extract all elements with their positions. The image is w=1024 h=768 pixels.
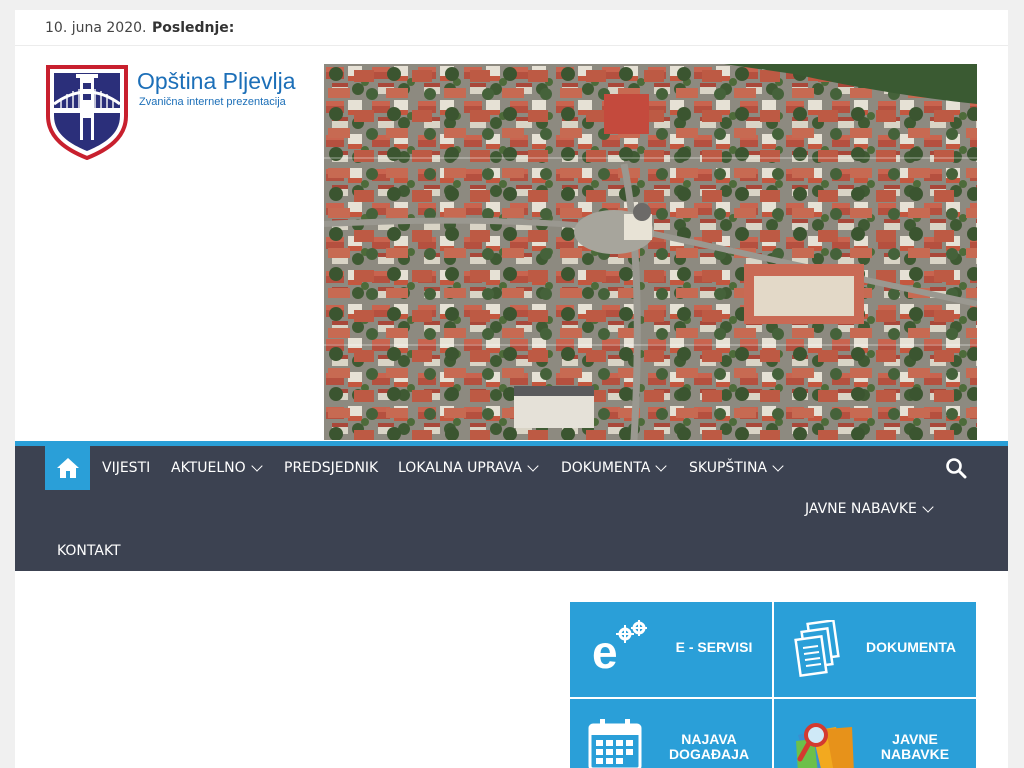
svg-text:e: e (592, 626, 618, 672)
tile-label-line2: NABAVKE (880, 746, 950, 762)
chevron-down-icon (655, 460, 667, 472)
chevron-down-icon (922, 501, 934, 513)
calendar-icon (588, 719, 642, 768)
site-title: Opština Pljevlja (137, 68, 296, 94)
chevron-down-icon (250, 460, 263, 472)
tile-najava-dogadjaja[interactable]: NAJAVA DOGAĐAJA (570, 699, 772, 768)
tile-label: DOKUMENTA (866, 639, 956, 655)
home-button[interactable] (45, 446, 90, 490)
page: 10. juna 2020. Poslednje: Opština Pljevl… (15, 10, 1008, 768)
site-logo[interactable]: Opština Pljevlja Zvanična internet preze… (45, 64, 305, 164)
nav-item-label: AKTUELNO (171, 460, 246, 476)
current-date: 10. juna 2020. (45, 20, 147, 36)
search-icon[interactable] (945, 457, 967, 479)
nav-item-dokumenta[interactable]: DOKUMENTA (561, 460, 667, 476)
nav-item-aktuelno[interactable]: AKTUELNO (171, 460, 263, 476)
tile-e-servisi[interactable]: e E - SERVISI (570, 602, 772, 697)
latest-news-label: Poslednje: (152, 20, 235, 36)
coat-of-arms-icon (46, 65, 128, 160)
nav-item-javne-nabavke[interactable]: JAVNE NABAVKE (805, 501, 934, 517)
tile-label: E - SERVISI (675, 639, 753, 655)
nav-item-label: PREDSJEDNIK (284, 460, 379, 476)
nav-item-vijesti[interactable]: VIJESTI (102, 460, 150, 476)
nav-item-label: LOKALNA UPRAVA (398, 460, 522, 476)
top-bar: 10. juna 2020. Poslednje: (15, 10, 1008, 46)
nav-item-label: KONTAKT (57, 543, 121, 559)
chevron-down-icon (772, 460, 784, 472)
nav-item-label: SKUPŠTINA (689, 460, 767, 476)
tile-label-line1: JAVNE (892, 731, 938, 747)
nav-item-label: VIJESTI (102, 460, 151, 476)
tile-dokumenta[interactable]: DOKUMENTA (774, 602, 976, 697)
header-image-aerial-town (324, 64, 977, 440)
tile-label-line2: DOGAĐAJA (668, 746, 750, 762)
tile-label-line1: NAJAVA (681, 731, 737, 747)
folders-magnifier-icon (796, 723, 854, 768)
chevron-down-icon (527, 460, 539, 472)
quick-links: e E - SERVISI DOKUMENTA NAJAVA DOGAĐAJA … (570, 602, 977, 768)
nav-item-kontakt[interactable]: KONTAKT (57, 543, 121, 559)
tile-javne-nabavke[interactable]: JAVNE NABAVKE (774, 699, 976, 768)
tile-label: JAVNE NABAVKE (862, 732, 968, 762)
main-navigation: VIJESTI AKTUELNO PREDSJEDNIK LOKALNA UPR… (15, 441, 1008, 571)
nav-item-label: DOKUMENTA (561, 460, 651, 476)
tile-label: NAJAVA DOGAĐAJA (654, 732, 764, 762)
nav-item-lokalna-uprava[interactable]: LOKALNA UPRAVA (398, 460, 539, 476)
nav-item-skupstina[interactable]: SKUPŠTINA (689, 460, 784, 476)
nav-item-predsjednik[interactable]: PREDSJEDNIK (284, 460, 378, 476)
site-tagline: Zvanična internet prezentacija (139, 96, 286, 108)
e-gears-icon: e (592, 620, 647, 672)
nav-item-label: JAVNE NABAVKE (805, 501, 917, 517)
home-icon (56, 458, 79, 478)
documents-icon (794, 620, 840, 678)
